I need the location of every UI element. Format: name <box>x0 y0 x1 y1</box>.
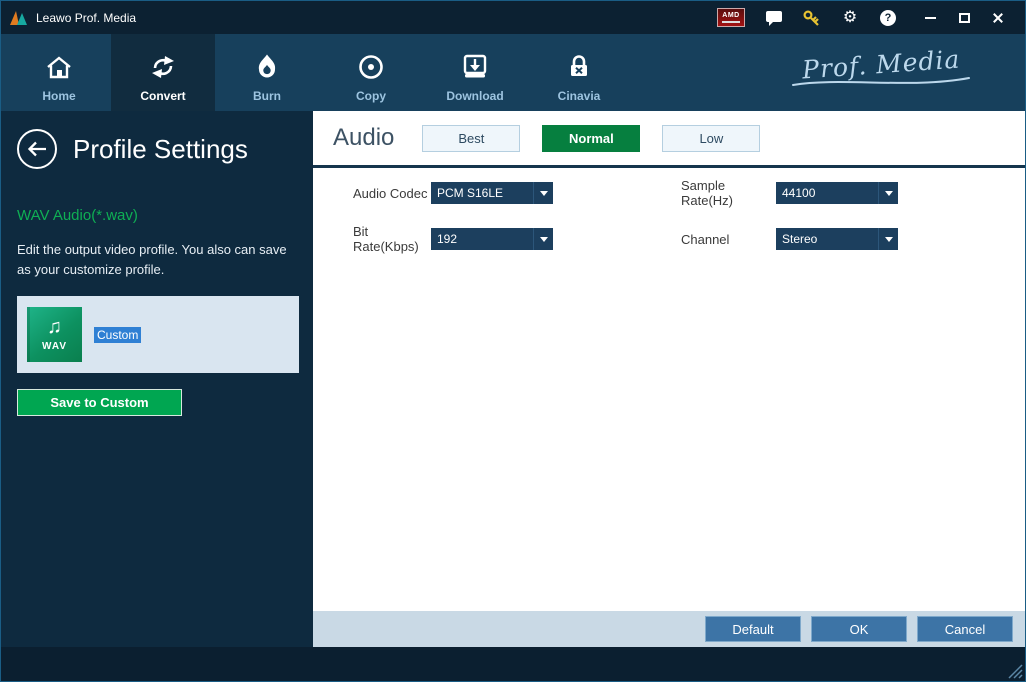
section-title: Audio <box>333 124 394 152</box>
cancel-button[interactable]: Cancel <box>917 616 1013 642</box>
ok-button[interactable]: OK <box>811 616 907 642</box>
quality-selector: Best Normal Low <box>422 125 760 152</box>
status-bar <box>1 647 1025 681</box>
content-area: Profile Settings WAV Audio(*.wav) Edit t… <box>1 111 1025 647</box>
channel-label: Channel <box>681 232 776 247</box>
prof-media-logo: Prof. Media <box>791 50 971 89</box>
save-to-custom-button[interactable]: Save to Custom <box>17 389 182 416</box>
tab-home[interactable]: Home <box>7 34 111 111</box>
chevron-down-icon <box>878 228 898 250</box>
music-note-icon: ♫ <box>47 317 62 337</box>
quality-best-button[interactable]: Best <box>422 125 520 152</box>
maximize-button[interactable] <box>947 5 981 31</box>
tab-burn[interactable]: Burn <box>215 34 319 111</box>
download-icon <box>461 50 489 84</box>
convert-icon <box>149 50 177 84</box>
main-nav: Home Convert Burn <box>1 34 1025 111</box>
window-title: Leawo Prof. Media <box>36 11 136 25</box>
wav-file-icon: ♫ WAV <box>27 307 82 362</box>
audio-section-header: Audio Best Normal Low <box>313 111 1025 168</box>
profile-description: Edit the output video profile. You also … <box>17 240 293 280</box>
close-button[interactable] <box>981 5 1015 31</box>
home-icon <box>45 50 73 84</box>
sample-rate-select[interactable]: 44100 <box>776 182 898 204</box>
audio-settings-form: Audio Codec PCM S16LE Sample Rate(Hz) 44… <box>313 168 1025 611</box>
custom-profile-item[interactable]: ♫ WAV Custom <box>17 296 299 373</box>
gear-icon[interactable]: ⚙ <box>841 9 859 27</box>
help-icon[interactable]: ? <box>879 9 897 27</box>
chevron-down-icon <box>878 182 898 204</box>
quality-low-button[interactable]: Low <box>662 125 760 152</box>
audio-codec-select[interactable]: PCM S16LE <box>431 182 553 204</box>
chevron-down-icon <box>533 182 553 204</box>
cinavia-icon <box>565 50 593 84</box>
sample-rate-label: Sample Rate(Hz) <box>681 178 776 208</box>
sidebar: Profile Settings WAV Audio(*.wav) Edit t… <box>1 111 313 647</box>
chevron-down-icon <box>533 228 553 250</box>
copy-icon <box>357 50 385 84</box>
quality-normal-button[interactable]: Normal <box>542 125 640 152</box>
bit-rate-select[interactable]: 192 <box>431 228 553 250</box>
tab-cinavia[interactable]: Cinavia <box>527 34 631 111</box>
dialog-footer: Default OK Cancel <box>313 611 1025 647</box>
channel-select[interactable]: Stereo <box>776 228 898 250</box>
wav-ext-label: WAV <box>42 341 67 352</box>
titlebar: Leawo Prof. Media AMD ⚙ <box>1 1 1025 34</box>
page-title: Profile Settings <box>73 134 248 165</box>
profile-format-label: WAV Audio(*.wav) <box>17 207 297 224</box>
bit-rate-label: Bit Rate(Kbps) <box>353 224 431 254</box>
app-window: Leawo Prof. Media AMD ⚙ <box>0 0 1026 682</box>
resize-grip[interactable] <box>1008 664 1023 679</box>
tab-copy[interactable]: Copy <box>319 34 423 111</box>
back-button[interactable] <box>17 129 57 169</box>
app-logo-icon <box>9 9 29 27</box>
amd-badge-icon[interactable]: AMD <box>717 8 745 27</box>
minimize-button[interactable] <box>913 5 947 31</box>
key-icon[interactable] <box>803 9 821 27</box>
main-panel: Audio Best Normal Low Audio Codec PCM S1… <box>313 111 1025 647</box>
custom-profile-name-input[interactable]: Custom <box>94 327 141 343</box>
default-button[interactable]: Default <box>705 616 801 642</box>
chat-icon[interactable] <box>765 9 783 27</box>
audio-codec-label: Audio Codec <box>353 186 431 201</box>
tab-download[interactable]: Download <box>423 34 527 111</box>
tab-convert[interactable]: Convert <box>111 34 215 111</box>
burn-icon <box>253 50 281 84</box>
